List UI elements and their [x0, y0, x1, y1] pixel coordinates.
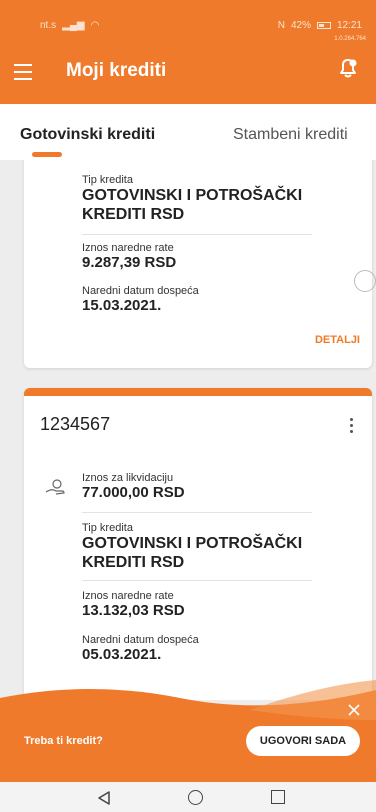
- app-bar: Moji krediti: [0, 48, 376, 104]
- installment-field: Iznos naredne rate 13.132,03 RSD: [82, 590, 312, 619]
- loan-type-field: Tip kredita GOTOVINSKI I POTROŠAČKI KRED…: [82, 174, 312, 224]
- liquidation-label: Iznos za likvidaciju: [82, 472, 174, 484]
- promo-banner: Treba ti kredit? UGOVORI SADA: [0, 680, 376, 782]
- tab-housing-loans[interactable]: Stambeni krediti: [233, 126, 348, 144]
- installment-field: Iznos naredne rate 9.287,39 RSD: [82, 242, 312, 271]
- page-title: Moji krediti: [66, 60, 167, 81]
- active-tab-indicator: [32, 152, 62, 157]
- battery-percent: 42%: [290, 20, 311, 31]
- due-date-value: 15.03.2021.: [82, 297, 162, 314]
- loan-type-value: GOTOVINSKI I POTROŠAČKI KREDITI RSD: [82, 187, 303, 223]
- due-date-label: Naredni datum dospeća: [82, 285, 199, 297]
- nfc-icon: N: [277, 20, 285, 31]
- installment-value: 9.287,39 RSD: [82, 254, 177, 271]
- loan-type-label: Tip kredita: [82, 174, 133, 186]
- carrier-text: nt.s: [40, 20, 57, 31]
- clock: 12:21: [336, 20, 362, 31]
- liquidation-field: Iznos za likvidaciju 77.000,00 RSD: [82, 472, 312, 501]
- tab-cash-loans[interactable]: Gotovinski krediti: [20, 126, 155, 144]
- battery-icon: [316, 22, 331, 29]
- select-radio[interactable]: [354, 270, 376, 292]
- recent-apps-icon[interactable]: [271, 790, 285, 804]
- loan-card: 1234567 Iznos za likvidaciju 77.000,00 R…: [24, 388, 372, 700]
- notification-bell-icon[interactable]: [334, 54, 362, 82]
- hand-coin-icon: [45, 479, 65, 495]
- loan-type-value: GOTOVINSKI I POTROŠAČKI KREDITI RSD: [82, 535, 303, 571]
- due-date-value: 05.03.2021.: [82, 646, 162, 663]
- status-left: nt.s ▂▄▆ ◠: [40, 20, 99, 31]
- installment-label: Iznos naredne rate: [82, 590, 174, 602]
- due-date-field: Naredni datum dospeća 05.03.2021.: [82, 634, 312, 663]
- installment-label: Iznos naredne rate: [82, 242, 174, 254]
- back-icon[interactable]: [96, 790, 112, 806]
- loan-list: Tip kredita GOTOVINSKI I POTROŠAČKI KRED…: [0, 160, 376, 700]
- more-options-icon[interactable]: [350, 418, 354, 434]
- loan-card: Tip kredita GOTOVINSKI I POTROŠAČKI KRED…: [24, 160, 376, 368]
- due-date-label: Naredni datum dospeća: [82, 634, 199, 646]
- menu-icon[interactable]: [14, 64, 34, 82]
- loan-type-field: Tip kredita GOTOVINSKI I POTROŠAČKI KRED…: [82, 522, 312, 572]
- wifi-icon: ◠: [90, 20, 100, 31]
- loan-number: 1234567: [40, 414, 111, 434]
- loan-tabs: Gotovinski krediti Stambeni krediti: [0, 104, 376, 160]
- system-nav-bar: [0, 782, 376, 812]
- home-icon[interactable]: [188, 790, 203, 805]
- details-link[interactable]: DETALJI: [315, 334, 360, 346]
- installment-value: 13.132,03 RSD: [82, 602, 185, 619]
- liquidation-value: 77.000,00 RSD: [82, 484, 185, 501]
- promo-text: Treba ti kredit?: [24, 735, 103, 747]
- apply-now-button[interactable]: UGOVORI SADA: [246, 726, 360, 756]
- divider: [82, 580, 312, 581]
- divider: [82, 234, 312, 235]
- divider: [82, 512, 312, 513]
- signal-icon: ▂▄▆: [62, 20, 85, 31]
- loan-type-label: Tip kredita: [82, 522, 133, 534]
- due-date-field: Naredni datum dospeća 15.03.2021.: [82, 285, 312, 314]
- close-icon[interactable]: [346, 702, 362, 718]
- network-speed: 1.0.264.764: [334, 36, 366, 42]
- app-header: nt.s ▂▄▆ ◠ N 42% 12:21 1.0.264.764 Moji …: [0, 0, 376, 104]
- status-right: N 42% 12:21: [278, 20, 362, 31]
- status-bar: nt.s ▂▄▆ ◠ N 42% 12:21 1.0.264.764: [0, 0, 376, 42]
